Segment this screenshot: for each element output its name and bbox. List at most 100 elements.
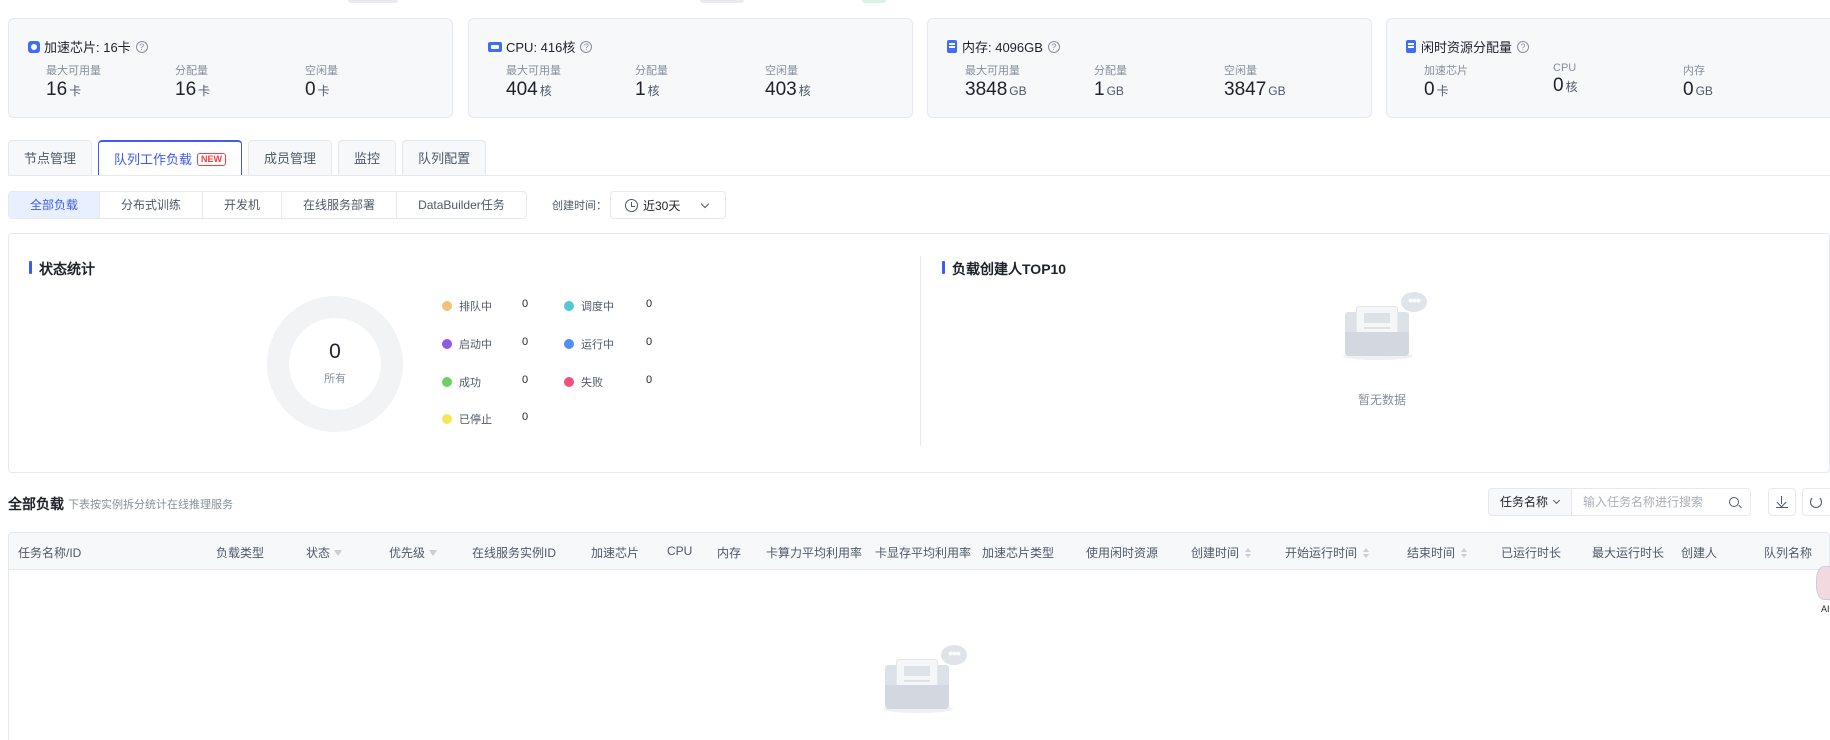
empty-inbox-icon: ••• [875, 645, 967, 735]
table-body: ••• [8, 569, 1830, 740]
clock-icon [625, 198, 638, 212]
memory-icon [947, 40, 957, 53]
legend-starting: 启动中 0 [442, 336, 528, 352]
tab-member-management[interactable]: 成员管理 [248, 140, 333, 176]
memory-icon [1406, 40, 1416, 53]
help-icon[interactable]: ? [580, 40, 593, 53]
tab-queue-workload[interactable]: 队列工作负载 NEW [98, 140, 243, 176]
empty-text: 暂无数据 [1358, 393, 1407, 407]
list-title: 全部负载 [8, 496, 64, 512]
sort-icon[interactable] [1363, 547, 1370, 558]
status-donut-chart [267, 296, 403, 432]
tabs-divider [8, 175, 1830, 176]
col-elapsed: 已运行时长 [1501, 546, 1562, 560]
col-priority[interactable]: 优先级 [389, 544, 438, 561]
filter-icon[interactable] [429, 549, 438, 556]
status-dot [564, 301, 574, 311]
empty-inbox-icon: ••• [1335, 292, 1427, 382]
assistant-widget[interactable]: AI [1812, 566, 1830, 618]
tab-node-management[interactable]: 节点管理 [8, 140, 93, 176]
col-instance-id: 在线服务实例ID [472, 546, 557, 560]
sort-icon[interactable] [1461, 547, 1468, 558]
donut-total-label: 所有 [324, 373, 346, 385]
status-dot [442, 339, 452, 349]
search-icon[interactable] [1729, 497, 1739, 507]
legend-scheduling: 调度中 0 [564, 298, 652, 314]
created-time-label: 创建时间： [552, 200, 607, 212]
main-tabs: 节点管理 队列工作负载 NEW 成员管理 监控 队列配置 [8, 140, 492, 176]
card-title: 内存: 4096GB [962, 40, 1043, 55]
resource-card-accelerator: 加速芯片: 16卡 ? 最大可用量 16 卡 分配量 16 卡 空闲量 0 卡 [8, 18, 453, 118]
col-queue-name: 队列名称 [1764, 546, 1813, 560]
col-max-runtime: 最大运行时长 [1592, 546, 1665, 560]
list-subtitle: 下表按实例拆分统计在线推理服务 [68, 499, 233, 511]
tab-monitoring[interactable]: 监控 [338, 140, 397, 176]
legend-stopped: 已停止 0 [442, 411, 528, 427]
sort-icon[interactable] [1245, 547, 1252, 558]
col-task-name: 任务名称/ID [18, 546, 82, 560]
stat-cpu: CPU 0 核 [1553, 62, 1578, 96]
stat-accelerator: 加速芯片 0 卡 [1424, 65, 1468, 100]
cpu-icon [488, 41, 502, 52]
chevron-down-icon [1552, 496, 1561, 505]
stat-idle: 空闲量 0 卡 [305, 65, 338, 100]
search-input[interactable] [1571, 489, 1721, 515]
resource-card-memory: 内存: 4096GB ? 最大可用量 3848 GB 分配量 1 GB 空闲量 3847 G… [927, 18, 1372, 118]
legend-succeeded: 成功 0 [442, 374, 528, 390]
created-time-select[interactable]: 近30天 [610, 191, 726, 219]
statistics-panel: 状态统计 0 所有 排队中 0 调度中 0 启动中 0 运行中 0 成功 0 失败 0 已停… [8, 233, 1830, 473]
assistant-label: AI [1821, 604, 1830, 614]
filter-dev-machine[interactable]: 开发机 [203, 192, 283, 218]
chevron-down-icon [701, 199, 710, 208]
help-icon[interactable]: ? [1517, 40, 1530, 53]
top-creators-title: 负载创建人TOP10 [942, 259, 1066, 279]
filter-distributed-training[interactable]: 分布式训练 [100, 192, 204, 218]
status-dot [564, 377, 574, 387]
filter-databuilder[interactable]: DataBuilder任务 [397, 192, 526, 218]
help-icon[interactable]: ? [135, 40, 148, 53]
legend-failed: 失败 0 [564, 374, 652, 390]
search-field-select[interactable]: 任务名称 [1488, 488, 1572, 516]
stat-idle: 空闲量 3847 GB [1224, 65, 1286, 100]
col-status[interactable]: 状态 [306, 544, 343, 561]
stat-idle: 空闲量 403 核 [765, 65, 811, 100]
chat-bubble-icon: ••• [941, 645, 967, 665]
col-compute-util: 卡算力平均利用率 [766, 546, 863, 560]
col-idle-resource: 使用闲时资源 [1086, 546, 1159, 560]
refresh-icon [1810, 496, 1822, 508]
col-accelerator-type: 加速芯片类型 [982, 546, 1055, 560]
chip-icon [28, 40, 40, 53]
panel-divider [920, 256, 921, 446]
tab-queue-config[interactable]: 队列配置 [402, 140, 487, 176]
col-creator: 创建人 [1681, 546, 1718, 560]
col-memory-util: 卡显存平均利用率 [875, 546, 972, 560]
filter-all-workloads[interactable]: 全部负载 [8, 192, 102, 218]
help-icon[interactable]: ? [1047, 40, 1060, 53]
status-stats-title: 状态统计 [29, 259, 95, 279]
legend-running: 运行中 0 [564, 336, 652, 352]
legend-queued: 排队中 0 [442, 298, 528, 314]
chat-bubble-icon: ••• [1401, 292, 1427, 312]
top-toolbar-remnant [0, 0, 1830, 4]
resource-card-idle: 闲时资源分配量 ? 加速芯片 0 卡 CPU 0 核 内存 0 GB [1386, 18, 1830, 118]
filter-online-service[interactable]: 在线服务部署 [282, 192, 398, 218]
search-box [1571, 488, 1751, 516]
resource-card-cpu: CPU: 416核 ? 最大可用量 404 核 分配量 1 核 空闲量 403 核 [468, 18, 913, 118]
new-badge: NEW [197, 152, 227, 166]
created-time-value: 近30天 [643, 198, 681, 213]
filter-icon[interactable] [334, 549, 343, 556]
resource-summary: 加速芯片: 16卡 ? 最大可用量 16 卡 分配量 16 卡 空闲量 0 卡 CPU: 4… [8, 18, 1830, 120]
refresh-button[interactable] [1802, 488, 1830, 516]
status-dot [442, 414, 452, 424]
assistant-avatar [1816, 566, 1830, 600]
col-created-time[interactable]: 创建时间 [1191, 544, 1252, 561]
col-cpu: CPU [667, 544, 693, 558]
stat-memory: 内存 0 GB [1683, 65, 1713, 100]
donut-total-value: 0 [329, 340, 341, 363]
col-end-time[interactable]: 结束时间 [1407, 544, 1468, 561]
stat-allocated: 分配量 16 卡 [175, 65, 211, 100]
download-button[interactable] [1768, 488, 1796, 516]
col-memory: 内存 [717, 546, 742, 560]
status-dot [442, 301, 452, 311]
col-start-time[interactable]: 开始运行时间 [1285, 544, 1370, 561]
